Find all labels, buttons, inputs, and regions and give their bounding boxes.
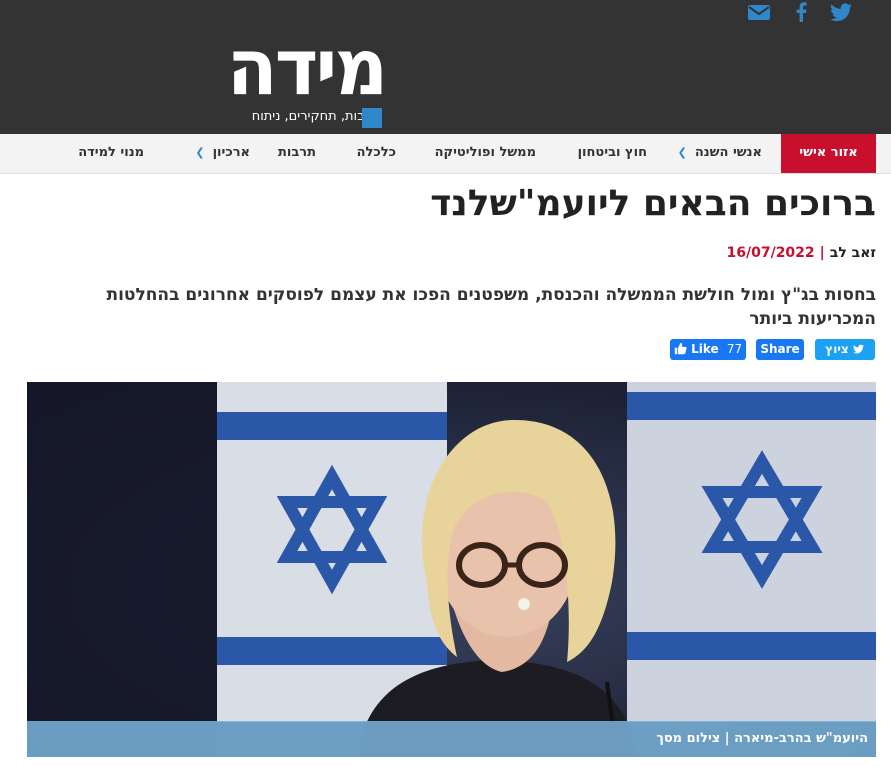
twitter-icon[interactable] [828,1,854,23]
nav-item-label: כלכלה [356,145,396,160]
meta-separator: | [819,245,825,261]
nav-item-label: תרבות [278,145,316,160]
flag-left [217,382,447,722]
nav-item-label: ארכיון [212,145,250,160]
nav-item-government-politics[interactable]: ממשל ופוליטיקה [416,134,536,173]
image-caption: היועמ"ש בהרב-מיארה | צילום מסך [27,721,876,757]
social-links [746,0,856,24]
nav-item-personal-area[interactable]: אזור אישי [781,134,876,173]
logo-tagline: כתבות, תחקירים, ניתוח [251,109,380,124]
nav-item-label: אנשי השנה [694,145,762,160]
nav-item-label: מנוי למידה [78,145,144,160]
nav-item-foreign-security[interactable]: חוץ וביטחון [557,134,647,173]
tweet-label: ציוץ [825,342,849,356]
facebook-share-button[interactable]: Share [756,339,804,360]
like-label: Like [691,342,719,356]
nav-item-archive[interactable]: ארכיון ❯ [168,134,250,173]
article-featured-image [27,382,876,757]
nav-item-economy[interactable]: כלכלה [340,134,396,173]
article-summary: בחסות בג"ץ ומול חולשת הממשלה והכנסת, משפ… [106,285,876,329]
nav-item-label: חוץ וביטחון [577,145,647,160]
share-buttons: Like 77 Share ציוץ [670,339,876,361]
nav-item-people-of-year[interactable]: אנשי השנה ❯ [666,134,762,173]
site-header: מידה כתבות, תחקירים, ניתוח [0,0,891,134]
article-headline: ברוכים הבאים ליועמ"שלנד [430,183,876,224]
twitter-icon [852,344,864,354]
share-label: Share [760,342,800,356]
like-count: 77 [726,342,743,356]
nav-item-culture[interactable]: תרבות [266,134,316,173]
thumbs-up-icon [674,342,687,355]
nav-item-subscribe[interactable]: מנוי למידה [64,134,144,173]
article-author[interactable]: זאב לב [830,245,876,261]
email-icon[interactable] [746,1,772,23]
logo-square-mark [362,108,382,128]
facebook-like-button[interactable]: Like 77 [670,339,746,360]
flag-right [627,382,876,722]
facebook-icon[interactable] [788,1,814,23]
main-nav: אזור אישי אנשי השנה ❯ חוץ וביטחון ממשל ופ… [0,134,891,174]
article-date: 16/07/2022 [726,245,815,261]
article-meta: זאב לב |16/07/2022 [500,243,877,263]
chevron-down-icon: ❯ [677,146,687,159]
nav-item-label: ממשל ופוליטיקה [434,145,536,160]
logo-wordmark: מידה [226,23,388,113]
nav-item-label: אזור אישי [799,145,858,160]
chevron-down-icon: ❯ [195,146,205,159]
tweet-button[interactable]: ציוץ [815,339,875,360]
